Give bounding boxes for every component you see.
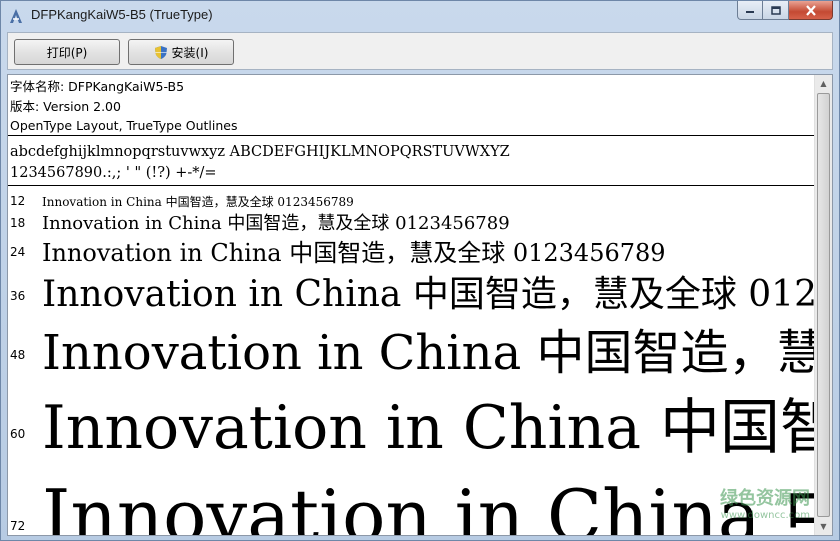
info-separator: [8, 135, 816, 136]
vertical-scrollbar[interactable]: ▲ ▼: [814, 75, 832, 535]
close-icon: [805, 4, 816, 16]
sample-text: Innovation in China 中国智造，慧及全球 0123456789: [42, 239, 666, 267]
sample-size: 72: [10, 519, 26, 533]
size-samples: 12 Innovation in China 中国智造，慧及全球 0123456…: [8, 185, 816, 536]
toolbar: 打印(P) 安装(I): [7, 32, 833, 70]
sample-text: Innovation in China 中国智造，慧及全球 0123456789: [42, 474, 816, 536]
minimize-icon: [746, 11, 754, 13]
character-set: abcdefghijklmnopqrstuvwxyz ABCDEFGHIJKLM…: [10, 142, 510, 184]
sample-size: 48: [10, 348, 26, 362]
install-button-label: 安装(I): [171, 45, 209, 60]
sample-size: 12: [10, 194, 26, 208]
font-preview-area[interactable]: 字体名称: DFPKangKaiW5-B5 版本: Version 2.00 O…: [7, 74, 833, 536]
font-app-icon: [10, 9, 22, 23]
sample-text: Innovation in China 中国智造，慧及全球 0123456789: [42, 274, 816, 315]
sample-text: Innovation in China 中国智造，慧及全球 0123456789: [42, 393, 816, 463]
scroll-thumb[interactable]: [817, 93, 830, 517]
charset-digits: 1234567890.:,; ' " (!?) +-*/=: [10, 165, 217, 181]
scroll-up-arrow-icon[interactable]: ▲: [815, 75, 832, 92]
window-title: DFPKangKaiW5-B5 (TrueType): [31, 7, 213, 22]
font-outline-line: OpenType Layout, TrueType Outlines: [10, 118, 238, 133]
sample-size: 24: [10, 245, 26, 259]
font-name-line: 字体名称: DFPKangKaiW5-B5: [10, 79, 185, 94]
sample-text: Innovation in China 中国智造，慧及全球 0123456789: [42, 195, 354, 209]
print-button[interactable]: 打印(P): [14, 39, 120, 65]
charset-letters: abcdefghijklmnopqrstuvwxyz ABCDEFGHIJKLM…: [10, 144, 510, 160]
title-bar[interactable]: DFPKangKaiW5-B5 (TrueType): [1, 1, 839, 31]
sample-text: Innovation in China 中国智造，慧及全球 0123456789: [42, 325, 816, 381]
watermark-text: 绿色资源网: [720, 488, 810, 509]
scroll-down-arrow-icon[interactable]: ▼: [815, 518, 832, 535]
watermark-logo: 绿色资源网 www.downcc.com: [720, 484, 810, 521]
maximize-icon: [770, 5, 781, 15]
install-button[interactable]: 安装(I): [128, 39, 234, 65]
sample-size: 36: [10, 289, 26, 303]
shield-icon: [154, 45, 167, 59]
minimize-button[interactable]: [737, 1, 763, 20]
font-version-line: 版本: Version 2.00: [10, 98, 121, 114]
font-viewer-window: DFPKangKaiW5-B5 (TrueType) 打印(P) 安装(I) 字…: [0, 0, 840, 541]
sample-size: 60: [10, 427, 26, 441]
font-info: 字体名称: DFPKangKaiW5-B5 版本: Version 2.00 O…: [10, 77, 237, 136]
sample-text: Innovation in China 中国智造，慧及全球 0123456789: [42, 213, 510, 234]
watermark-url: www.downcc.com: [720, 510, 810, 521]
maximize-button[interactable]: [763, 1, 789, 20]
close-button[interactable]: [789, 1, 833, 20]
sample-size: 18: [10, 216, 26, 230]
caption-buttons: [737, 1, 833, 21]
